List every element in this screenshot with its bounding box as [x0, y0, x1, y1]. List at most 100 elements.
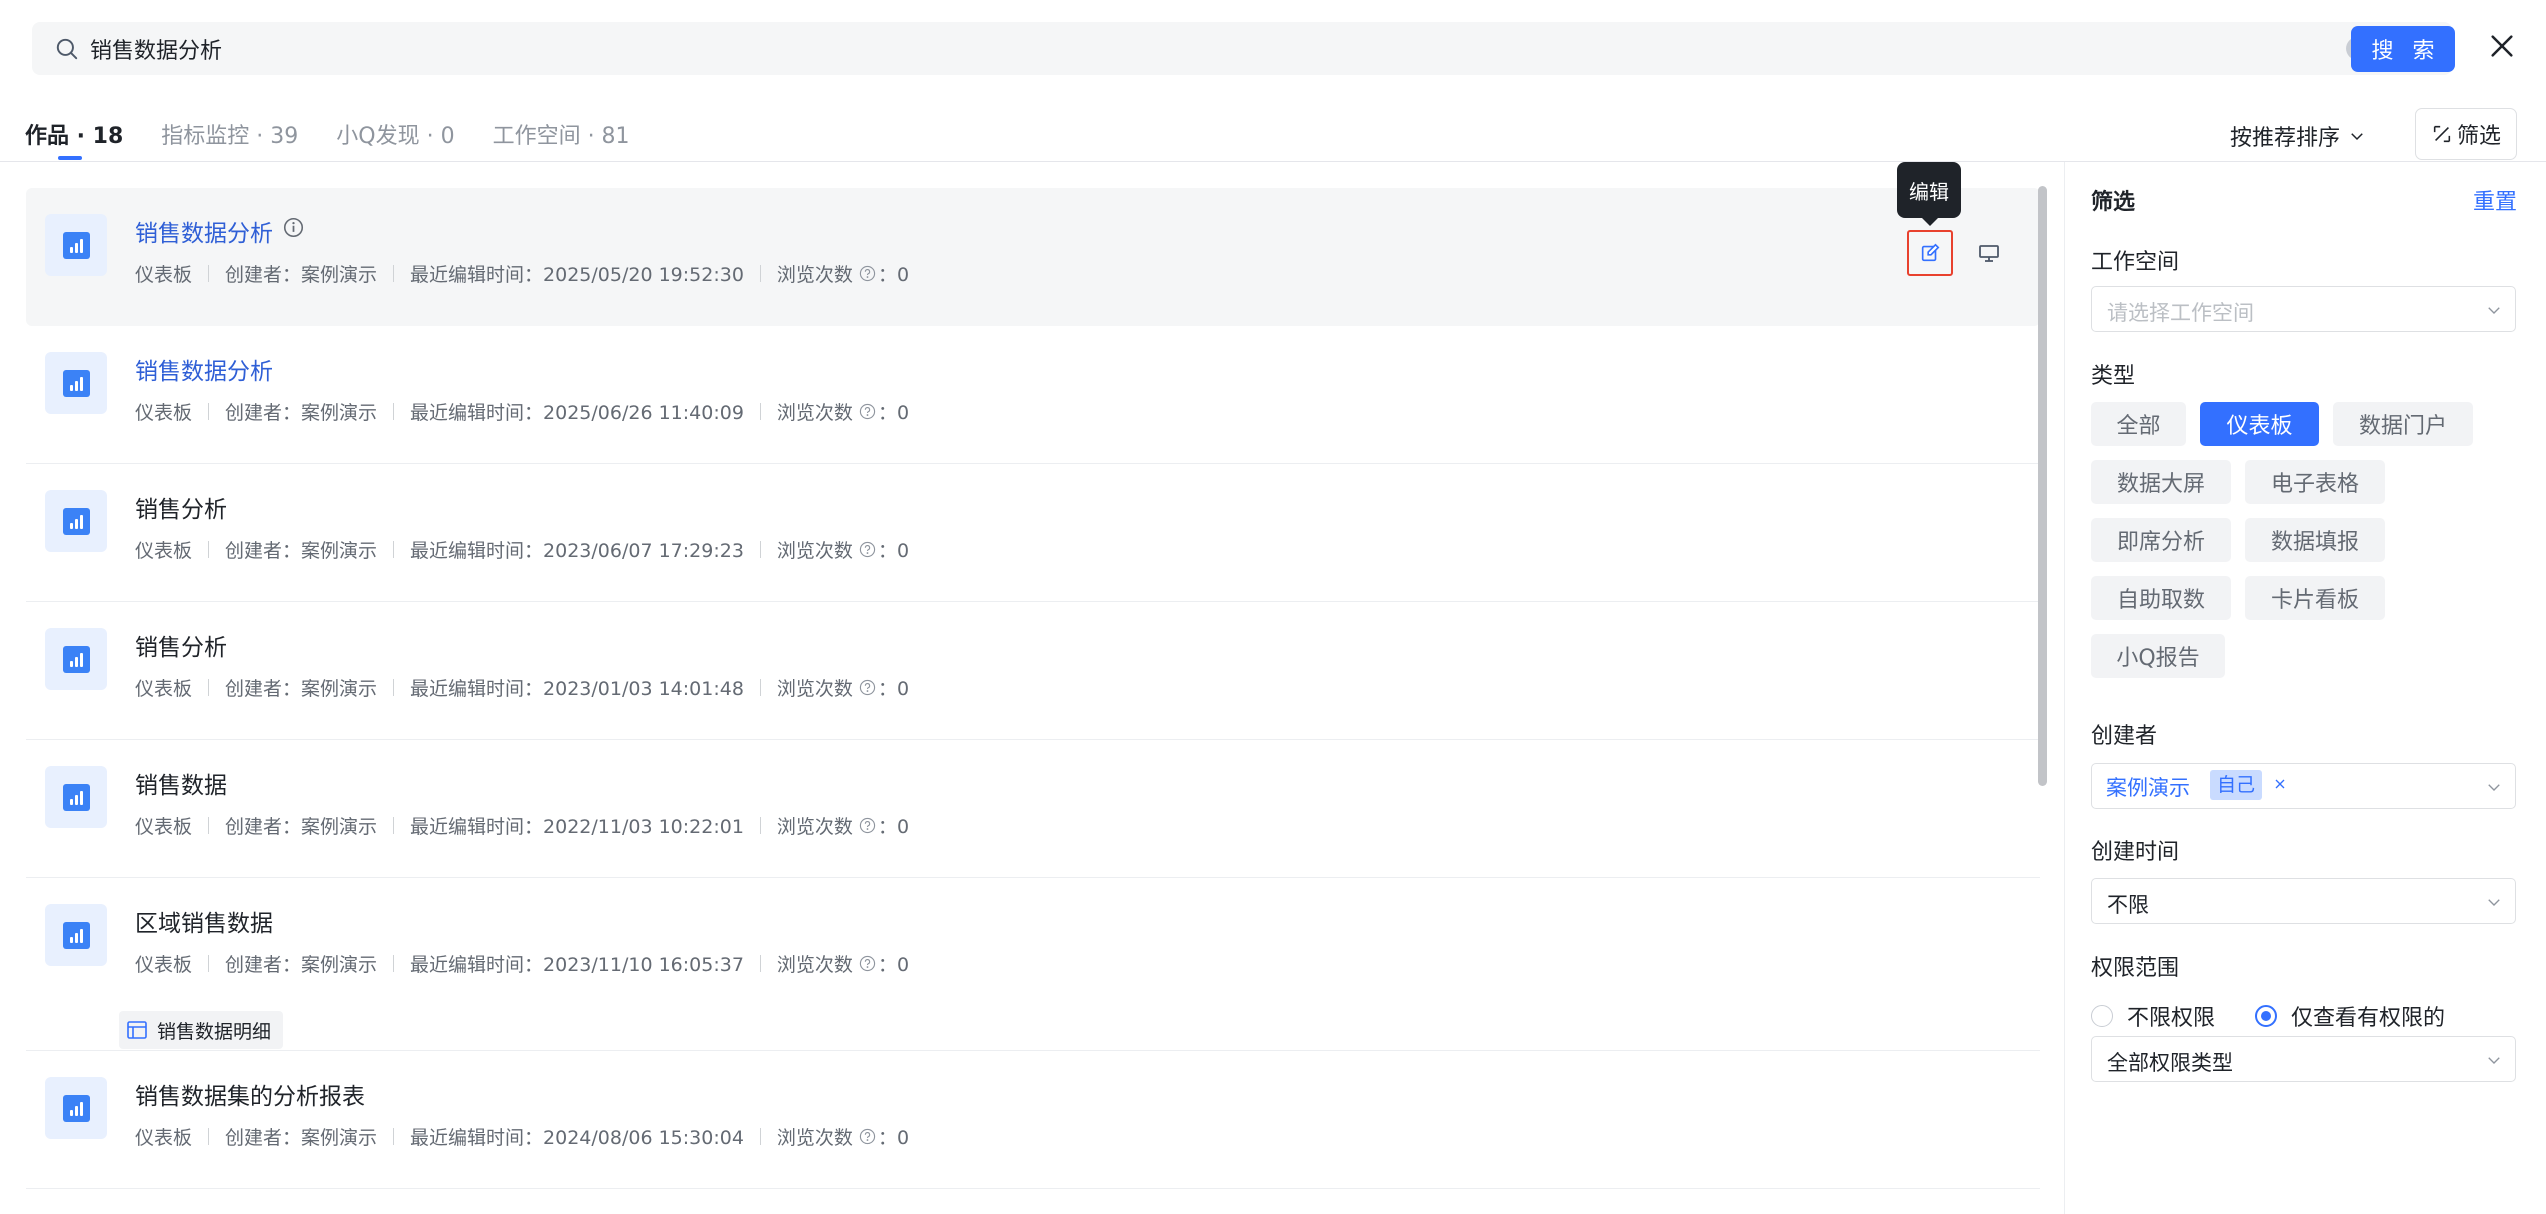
chevron-down-icon — [2488, 899, 2500, 906]
list-item[interactable]: 销售数据分析 仪表板 创建者：案例演示 最近编辑时间：2025/06/26 11… — [26, 326, 2040, 464]
item-creator: 创建者：案例演示 — [225, 1127, 378, 1149]
chevron-down-icon — [2488, 784, 2500, 791]
radio-unlimited-permission[interactable]: 不限权限 — [2091, 1000, 2215, 1032]
presentation-icon[interactable] — [1977, 241, 2001, 265]
list-item[interactable]: 销售数据 仪表板 创建者：案例演示 最近编辑时间：2022/11/03 10:2… — [26, 740, 2040, 878]
permission-type-select[interactable]: 全部权限类型 — [2091, 1036, 2516, 1082]
item-edited-time: 最近编辑时间：2023/06/07 17:29:23 — [410, 540, 744, 562]
item-title[interactable]: 销售分析 — [135, 628, 227, 662]
filter-toggle-label: 筛选 — [2456, 124, 2501, 149]
type-chip-self-service[interactable]: 自助取数 — [2091, 576, 2231, 620]
item-edited-time: 最近编辑时间：2025/06/26 11:40:09 — [410, 402, 744, 424]
item-meta: 仪表板 创建者：案例演示 最近编辑时间：2024/08/06 15:30:04 … — [135, 1123, 909, 1150]
created-time-label: 创建时间 — [2091, 840, 2180, 865]
item-title[interactable]: 销售数据集的分析报表 — [135, 1077, 365, 1111]
item-creator: 创建者：案例演示 — [225, 540, 378, 562]
help-icon[interactable] — [859, 265, 876, 282]
type-chip-adhoc-analysis[interactable]: 即席分析 — [2091, 518, 2231, 562]
radio-only-permitted[interactable]: 仅查看有权限的 — [2255, 1000, 2445, 1032]
item-views-label: 浏览次数 — [776, 540, 853, 562]
tab-xiaoq-discover[interactable]: 小Q发现 · 0 — [336, 118, 454, 158]
item-views: ：0 — [877, 954, 910, 976]
dataset-tag-label: 销售数据明细 — [157, 1020, 272, 1043]
type-chip-xiaoq-report[interactable]: 小Q报告 — [2091, 634, 2225, 678]
item-title[interactable]: 销售数据 — [135, 766, 227, 800]
item-meta: 仪表板 创建者：案例演示 最近编辑时间：2022/11/03 10:22:01 … — [135, 812, 909, 839]
type-chip-all[interactable]: 全部 — [2091, 402, 2186, 446]
type-chip-dashboard[interactable]: 仪表板 — [2200, 402, 2319, 446]
filter-toggle-button[interactable]: 筛选 — [2415, 108, 2517, 160]
item-type: 仪表板 — [135, 1127, 193, 1149]
self-tag: 自己 — [2210, 770, 2263, 800]
search-input[interactable] — [90, 22, 2330, 75]
list-item[interactable]: 区域销售数据 仪表板 创建者：案例演示 最近编辑时间：2023/11/10 16… — [26, 878, 2040, 1051]
workspace-select[interactable]: 请选择工作空间 — [2091, 286, 2516, 332]
help-icon[interactable] — [859, 817, 876, 834]
type-chip-data-portal[interactable]: 数据门户 — [2333, 402, 2473, 446]
permission-type-value: 全部权限类型 — [2107, 1051, 2233, 1075]
item-meta: 仪表板 创建者：案例演示 最近编辑时间：2023/06/07 17:29:23 … — [135, 536, 909, 563]
item-title[interactable]: 销售数据分析 — [135, 352, 273, 386]
edit-icon[interactable] — [1907, 230, 1953, 276]
item-title[interactable]: 销售数据分析 — [135, 214, 273, 248]
close-icon[interactable] — [2486, 30, 2518, 62]
item-edited-time: 最近编辑时间：2023/01/03 14:01:48 — [410, 678, 744, 700]
created-time-value: 不限 — [2107, 893, 2149, 917]
item-views: ：0 — [877, 264, 910, 286]
panel-title: 筛选 — [2091, 190, 2136, 215]
item-creator: 创建者：案例演示 — [225, 954, 378, 976]
search-icon — [56, 38, 78, 60]
list-item[interactable]: 销售数据分析 仪表板 创建者：案例演示 最近编辑时间：2025/05/20 19… — [26, 162, 2040, 326]
help-icon[interactable] — [859, 1128, 876, 1145]
list-item[interactable]: 销售数据集的分析报表 仪表板 创建者：案例演示 最近编辑时间：2024/08/0… — [26, 1051, 2040, 1189]
dashboard-icon — [45, 628, 107, 690]
item-edited-time: 最近编辑时间：2024/08/06 15:30:04 — [410, 1127, 744, 1149]
item-type: 仪表板 — [135, 954, 193, 976]
info-icon[interactable] — [283, 217, 304, 238]
remove-tag-icon[interactable] — [2272, 776, 2288, 792]
search-button[interactable]: 搜 索 — [2351, 26, 2455, 72]
creator-label: 创建者 — [2091, 724, 2158, 749]
item-title[interactable]: 销售分析 — [135, 490, 227, 524]
chevron-down-icon — [2351, 133, 2363, 141]
chevron-down-icon — [2488, 1057, 2500, 1064]
radio-circle — [2255, 1005, 2277, 1027]
type-chip-big-screen[interactable]: 数据大屏 — [2091, 460, 2231, 504]
tab-works[interactable]: 作品 · 18 — [25, 118, 123, 160]
help-icon[interactable] — [859, 955, 876, 972]
sort-label: 按推荐排序 — [2230, 126, 2341, 151]
type-chip-card-board[interactable]: 卡片看板 — [2245, 576, 2385, 620]
creator-select[interactable]: 案例演示 自己 — [2091, 763, 2516, 809]
help-icon[interactable] — [859, 679, 876, 696]
dashboard-icon — [45, 352, 107, 414]
item-views-label: 浏览次数 — [776, 678, 853, 700]
dashboard-icon — [45, 1077, 107, 1139]
list-item[interactable]: 销售分析 仪表板 创建者：案例演示 最近编辑时间：2023/06/07 17:2… — [26, 464, 2040, 602]
type-label: 类型 — [2091, 364, 2136, 389]
type-chip-spreadsheet[interactable]: 电子表格 — [2245, 460, 2385, 504]
tab-metric-monitor[interactable]: 指标监控 · 39 — [161, 118, 298, 158]
dashboard-icon — [45, 214, 107, 276]
created-time-select[interactable]: 不限 — [2091, 878, 2516, 924]
sort-dropdown[interactable]: 按推荐排序 — [2230, 120, 2366, 152]
help-icon[interactable] — [859, 541, 876, 558]
item-meta: 仪表板 创建者：案例演示 最近编辑时间：2025/06/26 11:40:09 … — [135, 398, 909, 425]
item-views-label: 浏览次数 — [776, 264, 853, 286]
item-views: ：0 — [877, 402, 910, 424]
item-type: 仪表板 — [135, 816, 193, 838]
results-scrollbar[interactable] — [2038, 186, 2047, 786]
radio-circle — [2091, 1005, 2113, 1027]
reset-link[interactable]: 重置 — [2473, 184, 2517, 216]
item-type: 仪表板 — [135, 264, 193, 286]
dataset-tag[interactable]: 销售数据明细 — [119, 1011, 284, 1049]
help-icon[interactable] — [859, 403, 876, 420]
item-title[interactable]: 区域销售数据 — [135, 904, 273, 938]
tab-workspace[interactable]: 工作空间 · 81 — [493, 118, 630, 158]
item-views: ：0 — [877, 1127, 910, 1149]
workspace-placeholder: 请选择工作空间 — [2107, 301, 2254, 325]
list-item[interactable]: 销售分析 仪表板 创建者：案例演示 最近编辑时间：2023/01/03 14:0… — [26, 602, 2040, 740]
item-creator: 创建者：案例演示 — [225, 264, 378, 286]
dashboard-icon — [45, 904, 107, 966]
type-chip-data-entry[interactable]: 数据填报 — [2245, 518, 2385, 562]
item-views-label: 浏览次数 — [776, 402, 853, 424]
